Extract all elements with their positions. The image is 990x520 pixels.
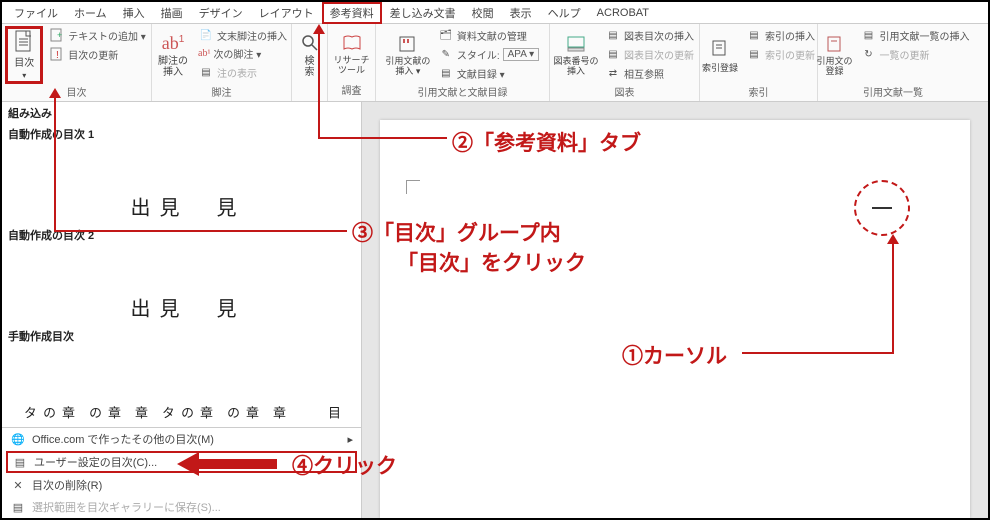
search-button[interactable]: 検 索 [291,26,329,84]
group-citations: 引用文献の 挿入 ▾ 🗂資料文献の管理 ✎スタイル: APA ▾ ▤文献目録 ▾… [376,24,550,101]
gallery-builtin-header: 組み込み [2,102,361,124]
update-icon: ↻ [861,46,877,62]
tab-layout[interactable]: レイアウト [251,3,322,23]
add-text-icon: + [49,27,65,43]
group-research: リサーチ ツール 調査 [328,24,376,101]
group-index: 索引登録 ▤索引の挿入 ▤索引の更新 索引 [700,24,818,101]
caption-icon [565,33,587,55]
office-more-toc[interactable]: 🌐Office.com で作ったその他の目次(M)▸ [2,428,361,450]
gallery-auto1-preview[interactable]: 見 出 見 [8,144,355,225]
save-to-gallery: ▤選択範囲を目次ギャラリーに保存(S)... [2,496,361,518]
insert-footnote-button[interactable]: ab1 脚注の 挿入 [154,26,192,84]
doc-icon: ▤ [12,454,28,470]
tab-insert[interactable]: 挿入 [115,3,153,23]
group-footnote: ab1 脚注の 挿入 📄文末脚注の挿入 ab¹次の脚注 ▾ ▤注の表示 脚注 [152,24,292,101]
svg-text:+: + [57,30,62,40]
margin-corner [406,180,420,194]
gallery-manual-preview[interactable]: 章 の タ 章 の 章 章 の タ 章 の 章 目 [8,346,355,427]
update-icon: ▤ [605,46,621,62]
citation-icon [397,33,419,55]
group-search: 検 索 [292,24,328,101]
cross-ref-button[interactable]: ⇄相互参照 [603,64,696,82]
search-icon [299,32,321,54]
svg-text:!: ! [56,50,59,61]
gallery-manual-header: 手動作成目次 [2,326,361,346]
insert-caption-button[interactable]: 図表番号の 挿入 [553,26,599,84]
document-area [362,102,988,518]
style-dropdown[interactable]: ✎スタイル: APA ▾ [436,45,541,63]
remove-icon: ✕ [10,477,26,493]
show-notes-icon: ▤ [198,64,214,80]
update-index-button[interactable]: ▤索引の更新 [744,45,817,63]
tab-design[interactable]: デザイン [191,3,251,23]
save-icon: ▤ [10,499,26,515]
bibliography-button[interactable]: ▤文献目録 ▾ [436,64,541,82]
custom-toc[interactable]: ▤ユーザー設定の目次(C)... [6,451,357,473]
toc-gallery: 組み込み 自動作成の目次 1 見 出 見 自動作成の目次 2 見 出 見 手動作… [2,102,362,518]
toc-button[interactable]: 目次 ▾ [5,26,43,84]
manage-icon: 🗂 [438,27,454,43]
gallery-auto2-preview[interactable]: 見 出 見 [8,245,355,326]
globe-icon: 🌐 [10,431,26,447]
chevron-down-icon: ▾ [22,71,26,80]
style-icon: ✎ [438,46,454,62]
doc-icon: ▤ [746,27,762,43]
next-footnote-icon: ab¹ [198,48,210,59]
tab-file[interactable]: ファイル [6,3,66,23]
group-captions: 図表番号の 挿入 ▤図表目次の挿入 ▤図表目次の更新 ⇄相互参照 図表 [550,24,700,101]
group-label: 脚注 [158,84,285,101]
update-icon: ! [49,46,65,62]
document-icon [13,30,35,52]
toa-icon [824,33,846,55]
page[interactable] [380,120,970,518]
insert-index-button[interactable]: ▤索引の挿入 [744,26,817,44]
group-toa: 引用文の 登録 ▤引用文献一覧の挿入 ↻一覧の更新 引用文献一覧 [818,24,968,101]
cursor-mark [872,207,892,209]
biblio-icon: ▤ [438,65,454,81]
insert-citation-button[interactable]: 引用文献の 挿入 ▾ [384,26,432,84]
manage-sources-button[interactable]: 🗂資料文献の管理 [436,26,541,44]
insert-tof-button[interactable]: ▤図表目次の挿入 [603,26,696,44]
tab-review[interactable]: 校閲 [464,3,502,23]
remove-toc[interactable]: ✕目次の削除(R) [2,474,361,496]
doc-icon: ▤ [605,27,621,43]
doc-icon: ▤ [861,27,877,43]
toc-label: 目次 [14,54,34,69]
show-notes-button[interactable]: ▤注の表示 [196,63,289,81]
tab-references[interactable]: 参考資料 [322,2,382,24]
endnote-icon: 📄 [198,27,214,43]
ribbon: 目次 ▾ +テキストの追加 ▾ !目次の更新 目次 ab1 脚注の 挿入 📄文末… [2,24,988,102]
tab-acrobat[interactable]: ACROBAT [589,5,657,21]
update-toc-button[interactable]: !目次の更新 [47,45,148,63]
insert-endnote-button[interactable]: 📄文末脚注の挿入 [196,26,289,44]
research-button[interactable]: リサーチ ツール [333,26,371,82]
add-text-button[interactable]: +テキストの追加 ▾ [47,26,148,44]
mark-citation-button[interactable]: 引用文の 登録 [815,26,855,84]
book-icon [341,32,363,54]
cursor-highlight [854,180,910,236]
tab-help[interactable]: ヘルプ [540,3,589,23]
crossref-icon: ⇄ [605,65,621,81]
tab-bar: ファイル ホーム 挿入 描画 デザイン レイアウト 参考資料 差し込み文書 校閲… [2,2,988,24]
insert-toa-button[interactable]: ▤引用文献一覧の挿入 [859,26,972,44]
tab-draw[interactable]: 描画 [153,3,191,23]
gallery-auto2-header: 自動作成の目次 2 [2,225,361,245]
tab-view[interactable]: 表示 [502,3,540,23]
update-icon: ▤ [746,46,762,62]
index-icon [709,37,731,59]
group-toc: 目次 ▾ +テキストの追加 ▾ !目次の更新 目次 [2,24,152,101]
group-label: 目次 [8,84,145,101]
update-toa-button[interactable]: ↻一覧の更新 [859,45,972,63]
mark-entry-button[interactable]: 索引登録 [700,26,740,84]
tab-home[interactable]: ホーム [66,3,115,23]
tab-mailings[interactable]: 差し込み文書 [382,3,464,23]
update-tof-button[interactable]: ▤図表目次の更新 [603,45,696,63]
footnote-icon: ab1 [162,33,185,54]
gallery-auto1-header: 自動作成の目次 1 [2,124,361,144]
next-footnote-button[interactable]: ab¹次の脚注 ▾ [196,45,289,62]
